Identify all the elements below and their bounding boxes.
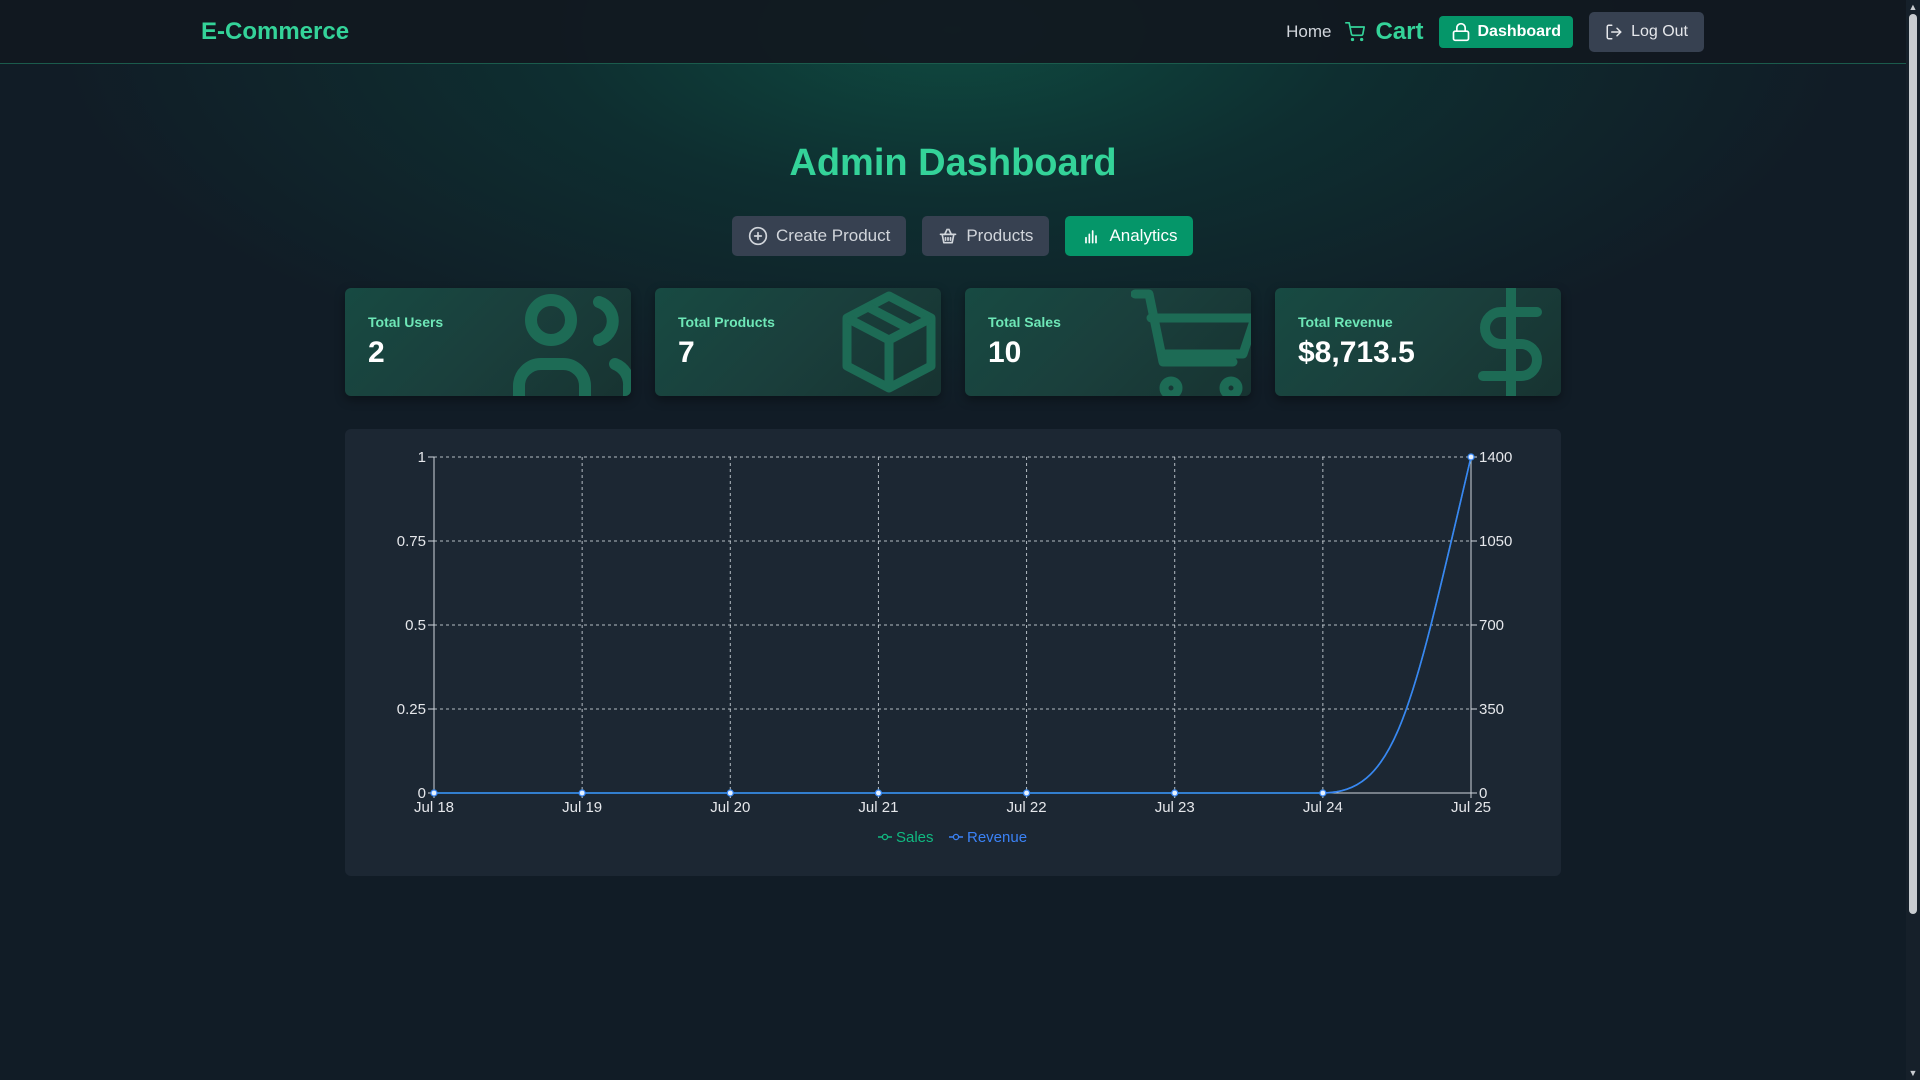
right-axis-tick-label: 1050 [1479, 533, 1512, 550]
logout-button[interactable]: Log Out [1589, 12, 1704, 52]
scrollbar-thumb[interactable] [1909, 14, 1917, 914]
stat-label: Total Sales [988, 314, 1061, 330]
data-point-revenue [1467, 453, 1475, 461]
stat-label: Total Products [678, 314, 775, 330]
scroll-up-arrow-icon[interactable]: ▲ [1906, 0, 1920, 14]
tab-analytics[interactable]: Analytics [1065, 216, 1194, 256]
stat-value: 2 [368, 336, 385, 369]
left-axis-tick-label: 0.25 [397, 701, 426, 718]
legend-marker-dot [952, 833, 960, 841]
lock-icon [1453, 22, 1470, 42]
data-point-revenue [726, 789, 734, 797]
x-axis-tick-label: Jul 22 [1007, 799, 1047, 816]
shopping-cart-icon [1131, 289, 1251, 396]
left-axis-tick-label: 1 [418, 449, 426, 466]
cart-label: Cart [1375, 18, 1424, 45]
logout-label: Log Out [1631, 23, 1688, 40]
right-axis-tick-label: 700 [1479, 617, 1504, 634]
legend-marker-dot [881, 833, 889, 841]
cart-link[interactable]: Cart [1345, 18, 1423, 46]
tab-label: Products [966, 226, 1034, 245]
plus-circle-icon [748, 226, 768, 246]
left-axis-tick-label: 0.75 [397, 533, 426, 550]
legend-label-sales: Sales [896, 829, 934, 846]
x-axis-tick-label: Jul 19 [562, 799, 602, 816]
brand-logo[interactable]: E-Commerce [201, 18, 349, 46]
analytics-chart-panel: 0 0 0.25 350 0.5 700 0.75 1050 1 1400 Jul 18 Jul 19… [345, 429, 1561, 876]
package-icon [842, 291, 936, 393]
stat-label: Total Revenue [1298, 314, 1393, 330]
tab-label: Analytics [1109, 226, 1178, 245]
stat-value: 7 [678, 336, 695, 369]
stat-card-total-sales: Total Sales 10 [965, 288, 1251, 396]
x-axis-tick-label: Jul 23 [1155, 799, 1195, 816]
tab-create-product[interactable]: Create Product [732, 216, 907, 256]
right-axis-tick-label: 1400 [1479, 449, 1512, 466]
data-point-revenue [430, 789, 438, 797]
basket-icon [940, 228, 957, 244]
stat-value: $8,713.5 [1298, 336, 1415, 369]
bar-chart-icon [1085, 230, 1098, 244]
top-navbar: E-Commerce Home Cart Dashboard Log Out [0, 0, 1906, 64]
x-axis-tick-label: Jul 24 [1303, 799, 1343, 816]
dashboard-label: Dashboard [1477, 23, 1562, 40]
data-point-revenue [1319, 789, 1327, 797]
dollar-sign-icon [1478, 288, 1542, 396]
users-icon [513, 294, 631, 396]
stat-card-total-revenue: Total Revenue $8,713.5 [1275, 288, 1561, 396]
stat-label: Total Users [368, 314, 444, 330]
x-axis-tick-label: Jul 18 [414, 799, 454, 816]
shopping-cart-icon [1345, 22, 1366, 42]
dashboard-button[interactable]: Dashboard [1439, 16, 1574, 48]
x-axis-tick-label: Jul 25 [1451, 799, 1491, 816]
stat-card-total-products: Total Products 7 [655, 288, 941, 396]
x-axis-tick-label: Jul 20 [710, 799, 750, 816]
legend-label-revenue: Revenue [967, 829, 1027, 846]
right-axis-tick-label: 350 [1479, 701, 1504, 718]
home-link[interactable]: Home [1286, 22, 1331, 42]
log-out-icon [1606, 24, 1622, 40]
page-title: Admin Dashboard [789, 142, 1117, 184]
tab-products[interactable]: Products [922, 216, 1050, 256]
data-point-revenue [578, 789, 586, 797]
x-axis-tick-label: Jul 21 [858, 799, 898, 816]
page-scrollbar[interactable]: ▲ ▼ [1906, 0, 1920, 1080]
nav-menu: Home Cart Dashboard Log Out [1286, 12, 1704, 52]
stat-card-total-users: Total Users 2 [345, 288, 631, 396]
scroll-down-arrow-icon[interactable]: ▼ [1906, 1066, 1920, 1080]
sales-revenue-line-chart: 0 00.25 3500.5 7000.75 10501 1400Jul 18 Jul 19… [397, 449, 1513, 846]
left-axis-tick-label: 0.5 [405, 617, 426, 634]
data-point-revenue [1022, 789, 1031, 797]
stat-value: 10 [988, 336, 1022, 369]
data-point-revenue [874, 789, 883, 797]
data-point-revenue [1171, 789, 1179, 797]
dashboard-tabs: Create Product Products Analytics [732, 216, 1209, 256]
tab-label: Create Product [776, 226, 891, 245]
